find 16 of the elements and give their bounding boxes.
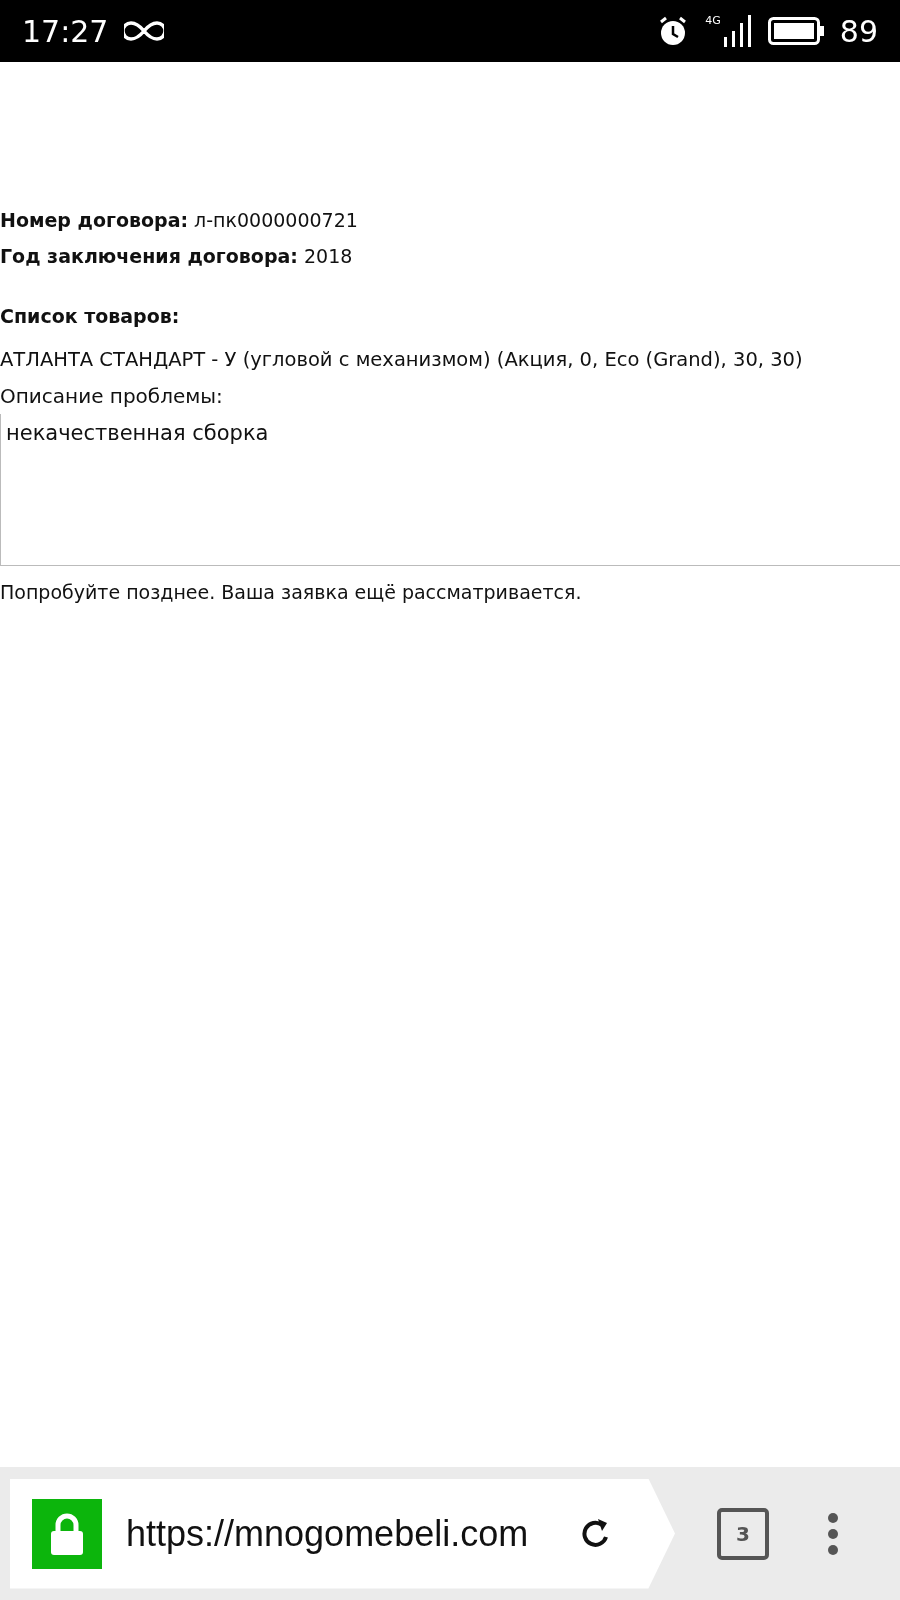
battery-percent: 89 xyxy=(839,12,878,51)
tabs-button[interactable]: 3 xyxy=(717,1507,769,1560)
signal-icon xyxy=(723,15,752,47)
field-label: Описание проблемы: xyxy=(0,383,224,410)
network-type: 4G xyxy=(705,15,721,26)
status-time: 17:27 xyxy=(22,12,109,51)
battery-icon xyxy=(767,17,824,45)
contract-year: Год заключения договора: 2018 xyxy=(0,244,354,269)
menu-icon[interactable] xyxy=(827,1511,839,1556)
status-message: Попробуйте позднее. Ваша заявка ещё рассматривается. xyxy=(0,580,583,605)
problem-field[interactable]: некачественная сборка xyxy=(0,414,900,566)
goods-heading: Список товаров: xyxy=(0,304,181,329)
contract-number: Номер договора: л-пк0000000721 xyxy=(0,208,359,233)
infinity-icon xyxy=(124,20,165,42)
lock-icon[interactable] xyxy=(32,1498,102,1569)
goods-item: АТЛАНТА СТАНДАРТ - У (угловой с механизмом) (Акция, 0, Eco (Grand), 30, 30) xyxy=(0,347,804,373)
